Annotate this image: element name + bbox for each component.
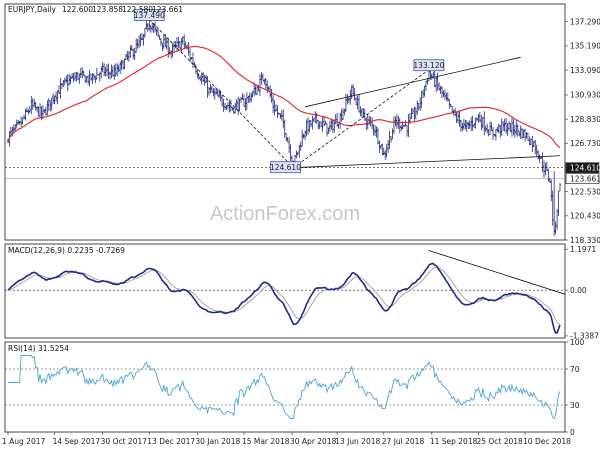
price-header: EURJPY,Daily 122.600123.858122.580123.661 [8, 5, 183, 14]
peak-annotation: 133.120 [413, 59, 445, 72]
x-tick-label: 10 Dec 2018 [523, 437, 571, 446]
rsi-title: RSI(14) 31.5254 [8, 344, 69, 353]
peak-annotation: 124.610 [270, 161, 301, 174]
macd-title: MACD(12,26,9) 0.2235 -0.7269 [8, 246, 125, 255]
x-tick-label: 13 Dec 2017 [147, 437, 195, 446]
readout-high: 123.858 [92, 5, 123, 14]
annotation-label: 124.610 [270, 163, 301, 172]
x-tick-label: 27 Jul 2018 [382, 437, 425, 446]
macd-y-tick-label: 0.00 [570, 286, 587, 295]
rsi-frame [4, 341, 566, 433]
watermark: ActionForex.com [210, 203, 360, 225]
macd-pane: MACD(12,26,9) 0.2235 -0.7269 1.19710.00-1… [4, 243, 599, 341]
y-tick-label: 122.530 [570, 187, 600, 196]
y-tick-label: 120.430 [570, 212, 600, 221]
rsi-pane: RSI(14) 31.5254 100 70 30 0 [4, 338, 585, 437]
y-tick-label: 130.930 [570, 91, 600, 100]
y-tick-label: 133.090 [570, 66, 600, 75]
price-tag-label: 123.661 [570, 174, 600, 183]
price-tag-label: 124.610 [570, 164, 600, 173]
y-tick-label: 137.290 [570, 18, 600, 27]
price-pane: 137.490133.120124.610ActionForex.comEURJ… [4, 3, 600, 245]
readout-open: 122.600 [62, 5, 93, 14]
x-tick-label: 25 Oct 2018 [476, 437, 523, 446]
x-tick-label: 30 Jan 2018 [195, 437, 240, 446]
x-tick-label: 1 Aug 2017 [2, 437, 45, 446]
y-tick-label: 135.190 [570, 42, 600, 51]
x-tick-label: 13 Jun 2018 [335, 437, 380, 446]
x-tick-label: 30 Oct 2017 [101, 437, 148, 446]
y-tick-label: 128.830 [570, 115, 600, 124]
y-tick-label: 118.330 [570, 236, 600, 245]
x-tick-label: 11 Sep 2018 [430, 437, 478, 446]
y-tick-label: 126.730 [570, 139, 600, 148]
x-tick-label: 30 Apr 2018 [290, 437, 337, 446]
rsi-y-tick-label: 70 [570, 365, 580, 374]
eurjpy-chart: 137.490133.120124.610ActionForex.comEURJ… [2, 3, 600, 446]
rsi-y-tick-label: 100 [570, 338, 585, 347]
symbol-label: EURJPY,Daily [8, 5, 57, 14]
x-tick-label: 14 Sep 2017 [53, 437, 101, 446]
rsi-y-tick-label: 0 [570, 428, 575, 437]
price-y-axis: 137.290 135.190 133.090 130.930 128.830 126.7… [565, 18, 600, 245]
readout-low: 122.580 [122, 5, 153, 14]
price-tag: 124.610 [565, 162, 600, 174]
macd-y-tick-label: 1.1971 [570, 245, 596, 254]
rsi-y-tick-label: 30 [570, 401, 580, 410]
readout-close: 123.661 [152, 5, 183, 14]
time-axis: 1 Aug 2017 14 Sep 2017 30 Oct 2017 13 Dec 2… [2, 432, 571, 446]
annotation-label: 133.120 [413, 61, 444, 70]
x-tick-label: 15 Mar 2018 [242, 437, 290, 446]
macd-frame [4, 243, 566, 339]
price-tag: 123.661 [565, 173, 600, 184]
